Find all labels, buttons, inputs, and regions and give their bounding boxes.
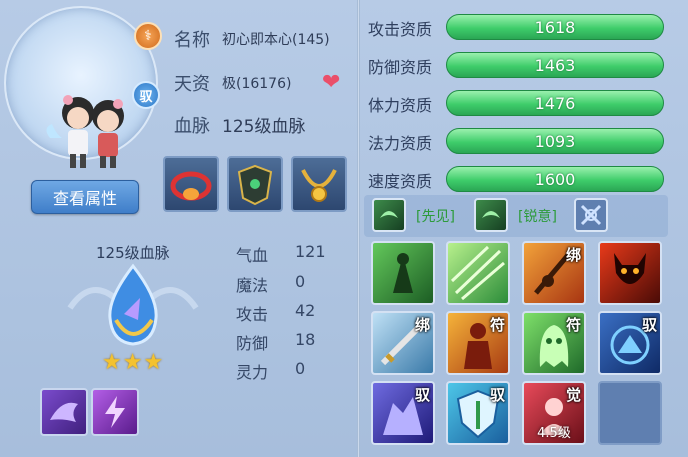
aptitude-bar: 1600 [446,166,664,192]
bloodline-value: 125级血脉 [222,117,306,137]
stat-label: 攻击 [236,305,269,324]
trait-keen-icon[interactable] [474,198,508,232]
stat-label: 防御 [236,334,269,353]
view-attributes-button[interactable]: 查看属性 [31,180,139,214]
stat-value: 18 [295,330,316,349]
skill-slot[interactable]: 绑 [371,311,435,375]
aptitude-label: 速度资质 [368,172,433,191]
skill-slot[interactable]: 符 [446,311,510,375]
lightning-skill-icon [105,396,125,428]
skill-tag: 符 [489,316,505,334]
stat-value: 42 [295,301,316,320]
trait-extra-icon[interactable] [574,198,608,232]
skill-level: 4.5级 [537,426,571,441]
aptitude-bar: 1093 [446,128,664,154]
aptitude-label: 体力资质 [368,96,433,115]
favorite-heart-icon[interactable]: ❤ [322,70,340,95]
ride-badge-icon: 驭 [132,81,160,109]
skill-slot[interactable]: 绑 [522,241,586,305]
bloodline-orb-icon[interactable] [60,258,206,354]
aptitude-label: 法力资质 [368,134,433,153]
skill-tag: 驭 [641,316,657,334]
aptitude-bar: 1618 [446,14,664,40]
necklace-icon [301,169,337,202]
pet-type-icon: ⚕ [134,22,162,50]
column-divider [357,0,360,457]
skill-slot-empty[interactable] [598,381,662,445]
trait-foresight-label: [先见] [416,209,455,225]
skill-tag: 符 [565,316,581,334]
trait-strip [364,195,668,237]
bloodline-skill-slot-1[interactable] [40,388,88,436]
skill-slot[interactable] [446,241,510,305]
skill-tag: 绑 [414,316,430,334]
aptitude-label: 防御资质 [368,58,433,77]
skill-slot[interactable]: 觉 4.5级 [522,381,586,445]
skill-slot[interactable]: 驭 [598,311,662,375]
aptitude-bar: 1463 [446,52,664,78]
skill-tag: 觉 [565,386,581,404]
bloodline-stars: ★★★ [102,350,165,375]
warrior-skill-icon [393,253,413,293]
name-label: 名称 [174,30,210,51]
name-value: 初心即本心(145) [222,32,330,48]
skill-slot[interactable]: 驭 [446,381,510,445]
dragon-skill-icon [50,402,78,422]
stat-value: 0 [295,272,306,291]
talent-value: 极(16176) [222,76,292,92]
talent-label: 天资 [174,74,210,95]
armor-icon [237,164,273,206]
skill-tag: 驭 [414,386,430,404]
stat-label: 魔法 [236,276,269,295]
skill-tag: 绑 [565,246,581,264]
skill-tag: 驭 [489,386,505,404]
stat-label: 气血 [236,246,269,265]
skill-slot[interactable]: 驭 [371,381,435,445]
collar-icon [170,171,212,201]
skill-slot[interactable]: 符 [522,311,586,375]
wind-skill-icon [450,245,505,301]
bloodline-label: 血脉 [174,116,210,137]
skill-slot[interactable] [371,241,435,305]
aptitude-bar: 1476 [446,90,664,116]
equipment-slot-armor[interactable] [227,156,283,212]
skill-slot[interactable] [598,241,662,305]
trait-keen-label: [锐意] [518,209,557,225]
stat-value: 121 [295,242,326,261]
equipment-slot-collar[interactable] [163,156,219,212]
bloodline-skill-slot-2[interactable] [91,388,139,436]
demon-skill-icon [614,253,646,284]
stat-value: 0 [295,359,306,378]
aptitude-label: 攻击资质 [368,20,433,39]
stat-label: 灵力 [236,363,269,382]
equipment-slot-necklace[interactable] [291,156,347,212]
trait-foresight-icon[interactable] [372,198,406,232]
